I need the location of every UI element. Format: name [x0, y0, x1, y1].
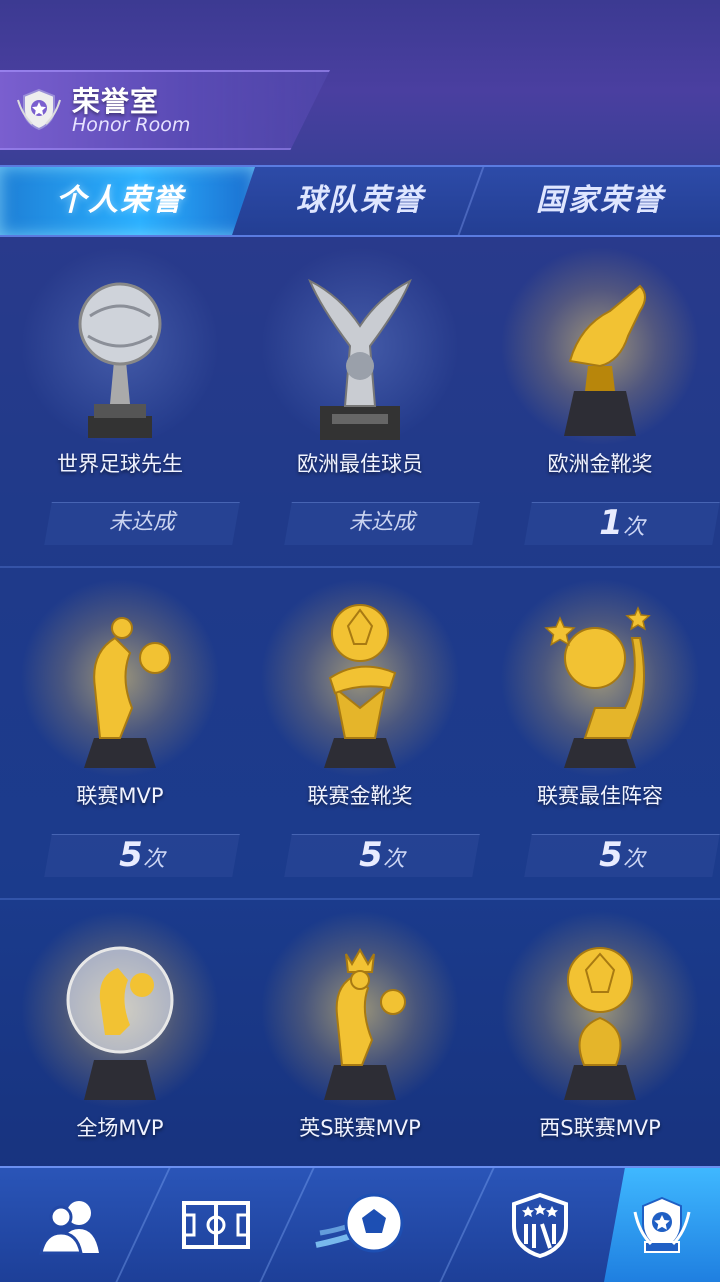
gold-star-ball-trophy-icon — [544, 606, 651, 768]
award-count-number: 5 — [599, 835, 623, 875]
award-count-number: 1 — [599, 503, 623, 543]
award-count: 5次 — [528, 834, 716, 876]
field-icon — [182, 1201, 250, 1249]
award-card-world-player[interactable]: 世界足球先生 未达成 — [0, 236, 240, 566]
silver-ball-trophy-icon — [78, 282, 162, 438]
silver-hands-trophy-icon — [308, 278, 412, 440]
tab-national-honor[interactable]: 国家荣誉 — [480, 167, 720, 235]
awards-grid: 世界足球先生 未达成 欧洲最佳球员 未达成 欧洲金靴奖 1次 联赛MVP 5次 … — [0, 236, 720, 1168]
award-count-number: 5 — [359, 835, 383, 875]
award-count-number: 5 — [119, 835, 143, 875]
award-name: 英S联赛MVP — [299, 1116, 421, 1140]
awards-row: 联赛MVP 5次 联赛金靴奖 5次 联赛最佳阵容 5次 — [0, 568, 720, 900]
honor-tabs: 个人荣誉 球队荣誉 国家荣誉 — [0, 165, 720, 237]
award-count-unit: 次 — [142, 847, 165, 872]
page-subtitle: Honor Room — [72, 114, 191, 136]
award-card-match-mvp[interactable]: 全场MVP — [0, 900, 240, 1166]
award-name: 联赛金靴奖 — [307, 784, 413, 808]
award-name: 联赛MVP — [76, 784, 164, 808]
award-card-spanish-league-mvp[interactable]: 西S联赛MVP — [480, 900, 720, 1166]
award-card-european-player[interactable]: 欧洲最佳球员 未达成 — [240, 236, 480, 566]
award-name: 欧洲最佳球员 — [297, 452, 423, 476]
club-badge-icon — [512, 1192, 568, 1258]
award-count: 5次 — [48, 834, 236, 876]
page-title-panel: 荣誉室 Honor Room — [0, 70, 330, 150]
award-count: 5次 — [288, 834, 476, 876]
gold-crown-player-trophy-icon — [324, 947, 406, 1100]
gold-ball-twist-trophy-icon — [564, 947, 636, 1100]
award-name: 世界足球先生 — [57, 452, 183, 476]
nav-match[interactable] — [288, 1168, 432, 1282]
award-card-league-best-xi[interactable]: 联赛最佳阵容 5次 — [480, 568, 720, 898]
awards-row: 全场MVP 英S联赛MVP 西S联赛MVP — [0, 900, 720, 1168]
nav-honor-room[interactable] — [604, 1168, 720, 1282]
nav-club[interactable] — [468, 1168, 612, 1282]
trophy-badge-icon — [17, 88, 61, 131]
award-count-unit: 次 — [382, 847, 405, 872]
award-count-unit: 次 — [622, 847, 645, 872]
award-name: 全场MVP — [76, 1116, 164, 1140]
awards-row: 世界足球先生 未达成 欧洲最佳球员 未达成 欧洲金靴奖 1次 — [0, 236, 720, 568]
soccer-ball-icon — [315, 1193, 404, 1253]
award-status: 未达成 — [348, 510, 415, 535]
gold-player-trophy-icon — [84, 617, 171, 768]
trophy-badge-icon — [633, 1196, 691, 1253]
players-icon — [39, 1201, 99, 1255]
gold-boot-ball-trophy-icon — [324, 604, 397, 768]
award-count-unit: 次 — [622, 515, 645, 540]
golden-boot-trophy-icon — [564, 284, 646, 436]
award-card-league-mvp[interactable]: 联赛MVP 5次 — [0, 568, 240, 898]
tab-team-honor[interactable]: 球队荣誉 — [240, 167, 480, 235]
award-card-league-golden-boot[interactable]: 联赛金靴奖 5次 — [240, 568, 480, 898]
bottom-navigation — [0, 1166, 720, 1282]
award-count: 1次 — [528, 502, 716, 544]
award-card-english-league-mvp[interactable]: 英S联赛MVP — [240, 900, 480, 1166]
crystal-ball-trophy-icon — [66, 946, 174, 1100]
tab-personal-honor[interactable]: 个人荣誉 — [0, 167, 240, 235]
award-name: 西S联赛MVP — [539, 1116, 661, 1140]
award-status: 未达成 — [108, 510, 175, 535]
award-name: 欧洲金靴奖 — [547, 452, 653, 476]
award-name: 联赛最佳阵容 — [537, 784, 663, 808]
award-card-european-golden-boot[interactable]: 欧洲金靴奖 1次 — [480, 236, 720, 566]
